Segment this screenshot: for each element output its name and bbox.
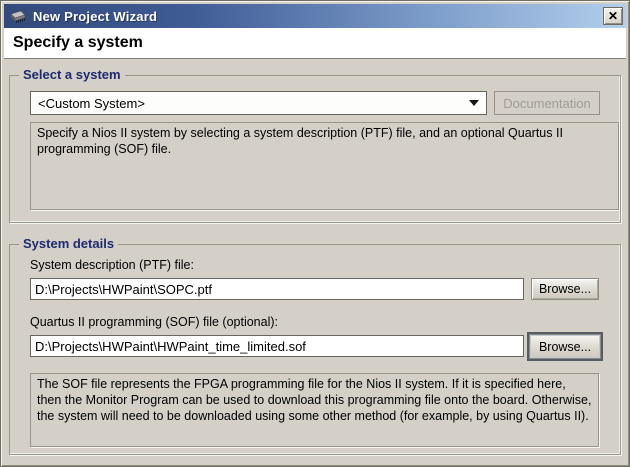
sof-browse-button-label: Browse... (538, 339, 592, 354)
ptf-file-input[interactable] (30, 278, 524, 300)
sof-browse-button[interactable]: Browse... (527, 332, 603, 361)
sof-description-text-content: The SOF file represents the FPGA program… (37, 377, 592, 423)
ptf-browse-button-label: Browse... (538, 282, 592, 296)
sof-description-text: The SOF file represents the FPGA program… (30, 373, 599, 447)
documentation-button[interactable]: Documentation (494, 91, 600, 115)
system-description-text: Specify a Nios II system by selecting a … (30, 122, 619, 210)
system-details-group-label: System details (19, 236, 119, 252)
system-select-value: <Custom System> (38, 95, 145, 111)
close-button[interactable]: ✕ (603, 7, 623, 25)
sof-file-input[interactable] (30, 335, 524, 357)
close-icon: ✕ (607, 9, 619, 23)
system-description-text-content: Specify a Nios II system by selecting a … (37, 126, 563, 156)
chip-icon (9, 9, 27, 24)
select-a-system-group: Select a system <Custom System> Document… (9, 67, 621, 223)
documentation-button-label: Documentation (503, 95, 591, 111)
ptf-file-label: System description (PTF) file: (30, 258, 194, 272)
system-select-dropdown[interactable]: <Custom System> (30, 91, 487, 115)
page-title: Specify a system (13, 34, 143, 51)
select-a-system-group-label: Select a system (19, 67, 125, 83)
title-bar[interactable]: New Project Wizard ✕ (4, 4, 626, 28)
new-project-wizard-dialog: New Project Wizard ✕ Specify a system Se… (0, 0, 630, 467)
chevron-down-icon (469, 100, 479, 106)
sof-file-label: Quartus II programming (SOF) file (optio… (30, 315, 278, 329)
page-title-bar: Specify a system (4, 28, 626, 59)
ptf-browse-button[interactable]: Browse... (531, 278, 599, 300)
window-title: New Project Wizard (33, 8, 158, 24)
system-details-group: System details System description (PTF) … (9, 236, 621, 455)
